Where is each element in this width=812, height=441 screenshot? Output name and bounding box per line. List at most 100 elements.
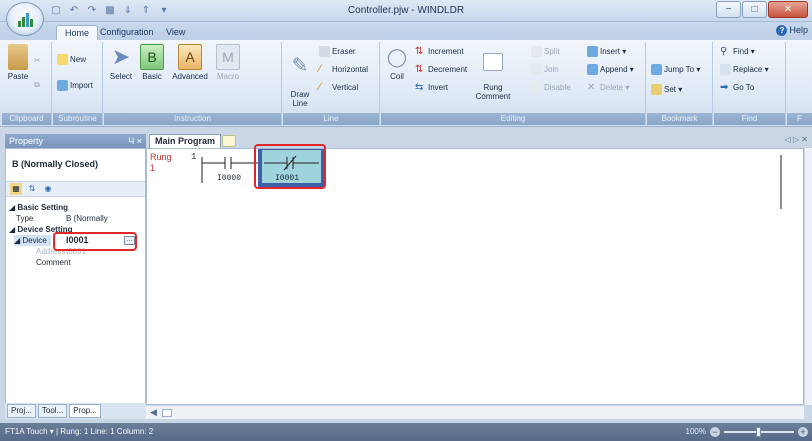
insert-button[interactable]: Insert ▾ (587, 46, 626, 57)
draw-line-button[interactable]: ✎ Draw Line (287, 44, 313, 108)
disable-button[interactable]: Disable (531, 82, 571, 93)
vertical-scrollbar[interactable] (804, 148, 812, 405)
vertical-line-icon: ∕ (319, 81, 321, 93)
group-label-find: Find (714, 113, 785, 125)
basic-button[interactable]: B Basic (138, 44, 166, 81)
new-icon (57, 54, 68, 65)
zoom-out-button[interactable]: − (710, 427, 720, 437)
zoom-slider[interactable] (724, 427, 794, 437)
group-clipboard: Paste ✂ ⧉ Clipboard (2, 42, 52, 125)
delete-button[interactable]: ✕ Delete ▾ (587, 82, 629, 93)
device-highlight-box (53, 232, 137, 251)
window-title: Controller.pjw - WINDLDR (347, 5, 465, 16)
paste-icon (8, 44, 28, 70)
help-button[interactable]: ? Help (776, 25, 808, 36)
property-pages-icon[interactable]: ◉ (42, 183, 54, 195)
vertical-line-button[interactable]: ∕ Vertical (319, 82, 358, 93)
cut-icon[interactable]: ✂ (34, 56, 41, 65)
replace-button[interactable]: Replace ▾ (720, 64, 769, 75)
paste-button[interactable]: Paste (6, 44, 30, 81)
advanced-button[interactable]: A Advanced (170, 44, 210, 81)
replace-icon (720, 64, 731, 75)
horizontal-scrollbar[interactable]: ◀ (146, 405, 804, 419)
horizontal-line-button[interactable]: ∕ Horizontal (319, 64, 368, 75)
categorized-icon[interactable]: ▦ (10, 183, 22, 195)
pane-pin-close-icon[interactable]: Ч × (128, 134, 142, 148)
go-to-arrow-icon: ➡ (720, 82, 729, 93)
tab-view[interactable]: View (166, 25, 185, 40)
decrement-button[interactable]: ⇅ Decrement (415, 64, 467, 75)
group-label-bookmark: Bookmark (647, 113, 712, 125)
coil-icon: ◯ (386, 47, 408, 67)
maximize-button[interactable]: □ (742, 1, 767, 18)
property-pane-header: Property Ч × (5, 134, 146, 148)
bookmark-icon (651, 84, 662, 95)
ladder-editor[interactable]: Rung 1 1 I0000 I0001 (146, 148, 804, 405)
status-bar: FT1A Touch ▾ | Rung: 1 Line: 1 Column: 2… (0, 423, 812, 441)
window-controls: − □ ✕ (716, 1, 808, 18)
rung-comment-icon (483, 53, 503, 71)
coil-button[interactable]: ◯ Coil (385, 44, 409, 81)
split-button[interactable]: Split (531, 46, 560, 57)
find-icon: ⚲ (720, 46, 728, 57)
tab-home[interactable]: Home (56, 25, 99, 40)
ladder-diagram (201, 149, 782, 209)
import-subroutine-button[interactable]: Import (57, 80, 93, 91)
macro-button[interactable]: M Macro (214, 44, 242, 81)
jump-to-icon (651, 64, 662, 75)
scroll-thumb[interactable] (162, 409, 172, 417)
group-find: ⚲ Find ▾ Replace ▾ ➡ Go To Find (714, 42, 786, 125)
scroll-left-icon[interactable]: ◀ (150, 407, 157, 418)
join-icon (531, 64, 542, 75)
delete-icon: ✕ (587, 82, 596, 93)
copy-icon[interactable]: ⧉ (34, 80, 40, 90)
alphabetical-sort-icon[interactable]: ⇅ (26, 183, 38, 195)
property-row[interactable]: ◢ Basic Setting (6, 202, 145, 213)
contact-label: I0000 (217, 174, 242, 183)
new-tab-icon[interactable] (222, 135, 236, 147)
disable-icon (531, 82, 542, 93)
application-menu-button[interactable] (6, 2, 44, 36)
rung-comment-button[interactable]: Rung Comment (473, 44, 513, 101)
pane-tabs: Proj... Tool... Prop... (5, 403, 146, 419)
jump-to-button[interactable]: Jump To ▾ (651, 64, 700, 75)
property-row[interactable]: Type B (Normally (6, 213, 145, 224)
minimize-button[interactable]: − (716, 1, 741, 18)
zoom-slider-knob[interactable] (756, 427, 761, 437)
set-bookmark-button[interactable]: Set ▾ (651, 84, 682, 95)
property-row[interactable]: Comment (6, 257, 145, 268)
tab-project[interactable]: Proj... (7, 404, 36, 418)
tab-main-program[interactable]: Main Program (149, 134, 222, 148)
zoom-in-button[interactable]: + (798, 427, 808, 437)
insert-icon (587, 46, 598, 57)
close-button[interactable]: ✕ (768, 1, 808, 18)
group-label-line: Line (283, 113, 379, 125)
invert-button[interactable]: ⇆ Invert (415, 82, 448, 93)
find-button[interactable]: ⚲ Find ▾ (720, 46, 755, 57)
tab-configuration[interactable]: Configuration (100, 25, 154, 40)
join-button[interactable]: Join (531, 64, 559, 75)
status-text[interactable]: FT1A Touch ▾ | Rung: 1 Line: 1 Column: 2 (5, 427, 153, 436)
pointer-icon: ➤ (111, 44, 131, 69)
horizontal-line-icon: ∕ (319, 63, 321, 75)
group-overflow: F (787, 42, 812, 125)
group-bookmark: Jump To ▾ Set ▾ Bookmark (647, 42, 713, 125)
decrement-icon: ⇅ (415, 64, 424, 75)
tab-property[interactable]: Prop... (69, 404, 101, 418)
tab-tool[interactable]: Tool... (37, 404, 68, 418)
ribbon-tabs: Home Configuration View ? Help (0, 22, 812, 40)
property-title: B (Normally Closed) (12, 159, 99, 169)
basic-instruction-icon: B (140, 44, 164, 70)
new-subroutine-button[interactable]: New (57, 54, 86, 65)
append-button[interactable]: Append ▾ (587, 64, 634, 75)
go-to-button[interactable]: ➡ Go To (720, 82, 754, 93)
group-label-subroutine: Subroutine (53, 113, 102, 125)
eraser-button[interactable]: Eraser (319, 46, 356, 57)
increment-button[interactable]: ⇅ Increment (415, 46, 464, 57)
zoom-level: 100% (685, 427, 706, 436)
tab-scroll-arrows[interactable]: ◁ ▷ ✕ (785, 135, 808, 144)
title-bar: ▢ ↶ ↷ ▩ ⇓ ⇑ ▾ Controller.pjw - WINDLDR −… (0, 0, 812, 36)
select-button[interactable]: ➤ Select (108, 44, 134, 81)
group-instruction: ➤ Select B Basic A Advanced M Macro Inst… (104, 42, 282, 125)
group-label-editing: Editing (381, 113, 645, 125)
